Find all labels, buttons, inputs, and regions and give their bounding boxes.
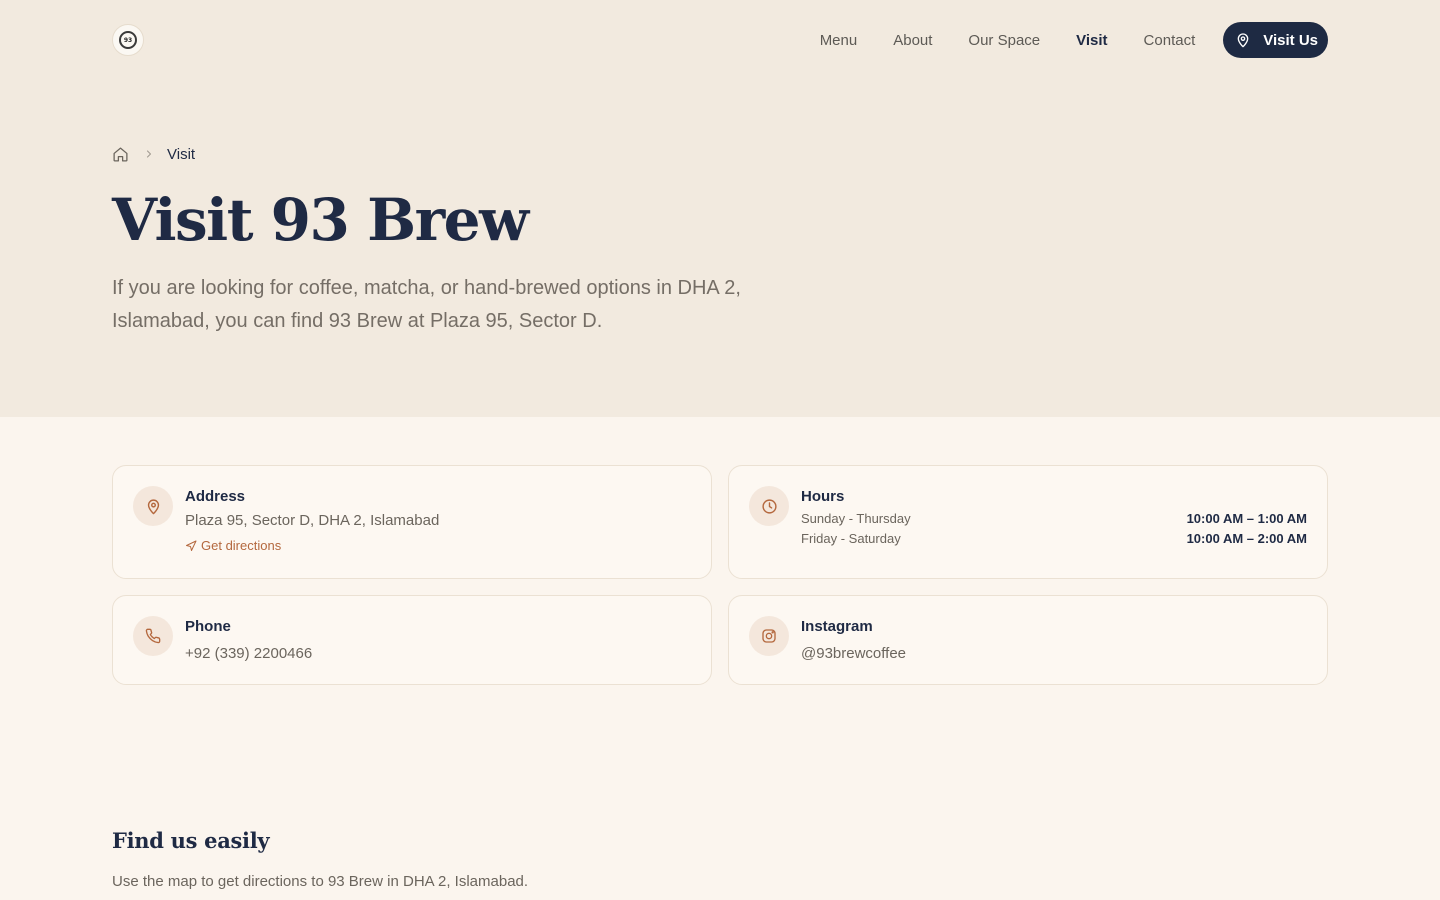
nav-link-menu[interactable]: Menu: [820, 32, 858, 49]
hours-row: Sunday - Thursday 10:00 AM – 1:00 AM: [801, 508, 1307, 528]
address-value: Plaza 95, Sector D, DHA 2, Islamabad: [185, 512, 440, 529]
page-title: Visit 93 Brew: [112, 186, 529, 254]
hours-card: Hours Sunday - Thursday 10:00 AM – 1:00 …: [728, 465, 1328, 579]
hero-section: 93 Menu About Our Space Visit Contact Vi…: [0, 0, 1440, 417]
get-directions-link[interactable]: Get directions: [185, 538, 281, 553]
clock-icon: [749, 486, 789, 526]
map-pin-icon: [133, 486, 173, 526]
top-navigation: 93 Menu About Our Space Visit Contact Vi…: [0, 0, 1440, 80]
instagram-label: Instagram: [801, 618, 873, 635]
home-icon[interactable]: [112, 146, 129, 163]
nav-link-contact[interactable]: Contact: [1144, 32, 1196, 49]
find-us-heading: Find us easily: [112, 828, 270, 853]
phone-label: Phone: [185, 618, 231, 635]
chevron-right-icon: [143, 148, 155, 160]
address-label: Address: [185, 488, 246, 505]
hours-time: 10:00 AM – 2:00 AM: [1186, 530, 1307, 546]
phone-card: Phone +92 (339) 2200466: [112, 595, 712, 685]
brand-logo-text: 93: [123, 36, 133, 44]
hours-row: Friday - Saturday 10:00 AM – 2:00 AM: [801, 528, 1307, 548]
hours-days: Friday - Saturday: [801, 530, 901, 546]
visit-us-button[interactable]: Visit Us: [1223, 22, 1328, 58]
breadcrumb-current: Visit: [167, 145, 196, 163]
hours-time: 10:00 AM – 1:00 AM: [1186, 510, 1307, 526]
map-pin-icon: [1237, 33, 1249, 48]
phone-value[interactable]: +92 (339) 2200466: [185, 645, 312, 662]
find-us-subtitle: Use the map to get directions to 93 Brew…: [112, 873, 529, 890]
navigation-arrow-icon: [186, 540, 197, 551]
brand-logo-icon: 93: [119, 31, 137, 49]
nav-links: Menu About Our Space Visit Contact Visit…: [820, 22, 1328, 58]
instagram-value[interactable]: @93brewcoffee: [801, 645, 906, 662]
page-lead: If you are looking for coffee, matcha, o…: [112, 277, 741, 332]
get-directions-label: Get directions: [201, 538, 282, 553]
nav-link-visit[interactable]: Visit: [1076, 32, 1107, 49]
nav-link-about[interactable]: About: [893, 32, 932, 49]
phone-icon: [133, 616, 173, 656]
address-card: Address Plaza 95, Sector D, DHA 2, Islam…: [112, 465, 712, 579]
brand-logo[interactable]: 93: [112, 24, 144, 56]
instagram-card: Instagram @93brewcoffee: [728, 595, 1328, 685]
visit-us-label: Visit Us: [1263, 31, 1318, 49]
hours-days: Sunday - Thursday: [801, 510, 911, 526]
hours-label: Hours: [801, 488, 845, 505]
nav-link-our-space[interactable]: Our Space: [968, 32, 1040, 49]
breadcrumb: Visit: [112, 144, 195, 164]
instagram-icon: [749, 616, 789, 656]
